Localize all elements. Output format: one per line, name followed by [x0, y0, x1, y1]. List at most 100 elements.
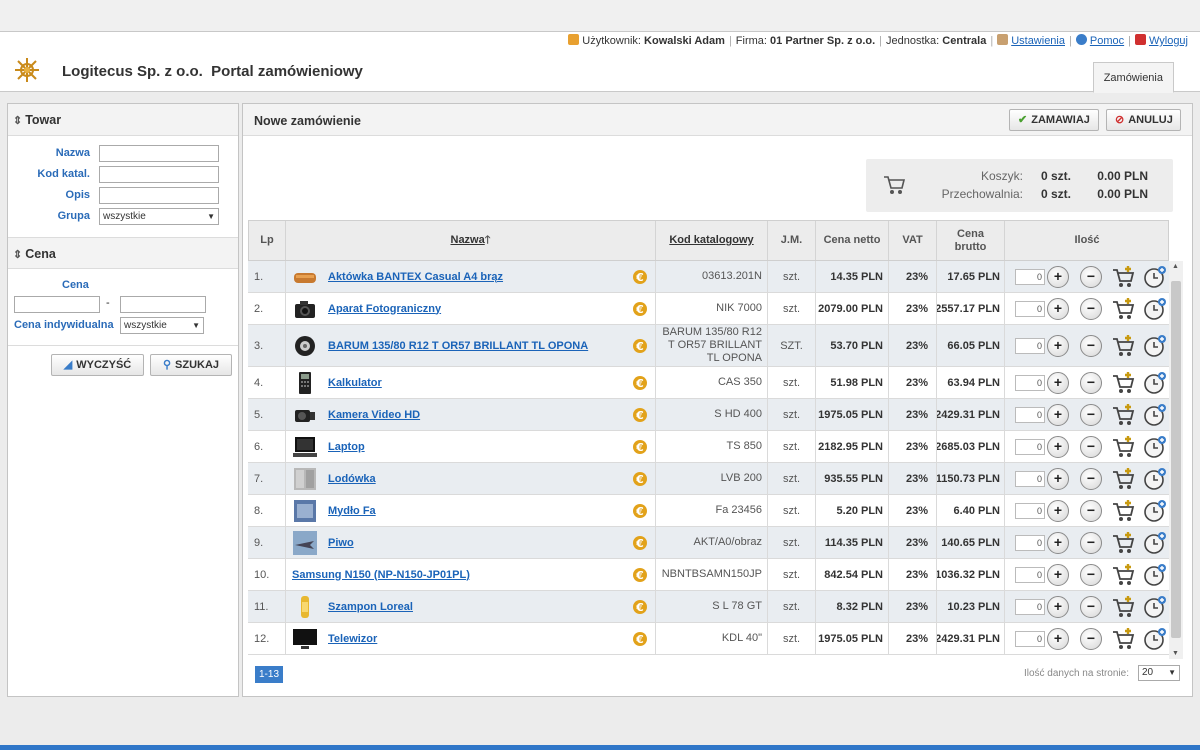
order-button[interactable]: ✔ ZAMAWIAJ	[1009, 109, 1099, 131]
decrement-button[interactable]: −	[1080, 435, 1102, 458]
quantity-input[interactable]: 0	[1015, 406, 1045, 423]
product-link[interactable]: Aparat Fotograniczny	[328, 303, 441, 315]
quantity-input[interactable]: 0	[1015, 337, 1045, 354]
product-link[interactable]: Laptop	[328, 441, 365, 453]
quantity-input[interactable]: 0	[1015, 630, 1045, 647]
add-to-cart-icon[interactable]	[1112, 531, 1136, 555]
increment-button[interactable]: +	[1047, 435, 1069, 458]
increment-button[interactable]: +	[1047, 627, 1069, 650]
product-link[interactable]: Piwo	[328, 537, 354, 549]
increment-button[interactable]: +	[1047, 467, 1069, 490]
add-to-cart-icon[interactable]	[1112, 265, 1136, 289]
add-to-storage-icon[interactable]	[1143, 595, 1167, 619]
product-link[interactable]: Kalkulator	[328, 377, 382, 389]
price-euro-icon[interactable]: €	[632, 535, 648, 551]
decrement-button[interactable]: −	[1080, 403, 1102, 426]
cena-ind-select[interactable]: wszystkie ▼	[120, 317, 204, 334]
decrement-button[interactable]: −	[1080, 531, 1102, 554]
price-euro-icon[interactable]: €	[632, 599, 648, 615]
add-to-storage-icon[interactable]	[1143, 265, 1167, 289]
add-to-cart-icon[interactable]	[1112, 595, 1136, 619]
product-link[interactable]: Mydło Fa	[328, 505, 376, 517]
decrement-button[interactable]: −	[1080, 334, 1102, 357]
increment-button[interactable]: +	[1047, 297, 1069, 320]
decrement-button[interactable]: −	[1080, 297, 1102, 320]
add-to-storage-icon[interactable]	[1143, 403, 1167, 427]
price-euro-icon[interactable]: €	[632, 471, 648, 487]
tab-zamowienia[interactable]: Zamówienia	[1092, 62, 1174, 93]
price-euro-icon[interactable]: €	[632, 439, 648, 455]
quantity-input[interactable]: 0	[1015, 502, 1045, 519]
add-to-cart-icon[interactable]	[1112, 371, 1136, 395]
price-euro-icon[interactable]: €	[632, 567, 648, 583]
add-to-cart-icon[interactable]	[1112, 435, 1136, 459]
increment-button[interactable]: +	[1047, 265, 1069, 288]
cancel-button[interactable]: ⊘ ANULUJ	[1106, 109, 1181, 131]
increment-button[interactable]: +	[1047, 334, 1069, 357]
add-to-cart-icon[interactable]	[1112, 297, 1136, 321]
scroll-up-icon[interactable]: ▲	[1172, 263, 1179, 270]
decrement-button[interactable]: −	[1080, 563, 1102, 586]
add-to-cart-icon[interactable]	[1112, 467, 1136, 491]
price-euro-icon[interactable]: €	[632, 338, 648, 354]
increment-button[interactable]: +	[1047, 499, 1069, 522]
col-kod[interactable]: Kod katalogowy	[656, 221, 768, 260]
opis-input[interactable]	[99, 187, 219, 204]
add-to-storage-icon[interactable]	[1143, 371, 1167, 395]
clear-button[interactable]: ◢ WYCZYŚĆ	[51, 354, 144, 376]
add-to-storage-icon[interactable]	[1143, 563, 1167, 587]
add-to-cart-icon[interactable]	[1112, 499, 1136, 523]
price-euro-icon[interactable]: €	[632, 301, 648, 317]
product-link[interactable]: Szampon Loreal	[328, 601, 413, 613]
logout-link[interactable]: Wyloguj	[1149, 35, 1188, 47]
increment-button[interactable]: +	[1047, 531, 1069, 554]
quantity-input[interactable]: 0	[1015, 598, 1045, 615]
settings-link[interactable]: Ustawienia	[1011, 35, 1065, 47]
add-to-cart-icon[interactable]	[1112, 334, 1136, 358]
quantity-input[interactable]: 0	[1015, 300, 1045, 317]
cena-from-input[interactable]	[14, 296, 100, 313]
add-to-storage-icon[interactable]	[1143, 627, 1167, 651]
grupa-select[interactable]: wszystkie ▼	[99, 208, 219, 225]
per-page-select[interactable]: 20 ▼	[1138, 665, 1180, 681]
price-euro-icon[interactable]: €	[632, 503, 648, 519]
add-to-storage-icon[interactable]	[1143, 499, 1167, 523]
quantity-input[interactable]: 0	[1015, 534, 1045, 551]
quantity-input[interactable]: 0	[1015, 268, 1045, 285]
decrement-button[interactable]: −	[1080, 499, 1102, 522]
decrement-button[interactable]: −	[1080, 595, 1102, 618]
col-nazwa[interactable]: Nazwa 🡑	[286, 221, 656, 260]
quantity-input[interactable]: 0	[1015, 438, 1045, 455]
towar-section-header[interactable]: ⇕ Towar	[8, 104, 238, 136]
product-link[interactable]: Kamera Video HD	[328, 409, 420, 421]
add-to-storage-icon[interactable]	[1143, 435, 1167, 459]
search-button[interactable]: ⚲ SZUKAJ	[150, 354, 232, 376]
quantity-input[interactable]: 0	[1015, 374, 1045, 391]
add-to-storage-icon[interactable]	[1143, 531, 1167, 555]
decrement-button[interactable]: −	[1080, 371, 1102, 394]
quantity-input[interactable]: 0	[1015, 566, 1045, 583]
product-link[interactable]: Aktówka BANTEX Casual A4 brąz	[328, 271, 503, 283]
cena-to-input[interactable]	[120, 296, 206, 313]
table-scrollbar[interactable]: ▲ ▼	[1169, 261, 1183, 659]
add-to-cart-icon[interactable]	[1112, 627, 1136, 651]
decrement-button[interactable]: −	[1080, 627, 1102, 650]
decrement-button[interactable]: −	[1080, 265, 1102, 288]
price-euro-icon[interactable]: €	[632, 375, 648, 391]
scroll-down-icon[interactable]: ▼	[1172, 650, 1179, 657]
product-link[interactable]: Telewizor	[328, 633, 377, 645]
pager-current[interactable]: 1-13	[255, 666, 284, 683]
increment-button[interactable]: +	[1047, 595, 1069, 618]
kod-input[interactable]	[99, 166, 219, 183]
product-link[interactable]: BARUM 135/80 R12 T OR57 BRILLANT TL OPON…	[328, 340, 588, 352]
price-euro-icon[interactable]: €	[632, 407, 648, 423]
add-to-cart-icon[interactable]	[1112, 403, 1136, 427]
help-link[interactable]: Pomoc	[1090, 35, 1124, 47]
add-to-storage-icon[interactable]	[1143, 334, 1167, 358]
increment-button[interactable]: +	[1047, 371, 1069, 394]
scrollbar-thumb[interactable]	[1171, 281, 1181, 638]
nazwa-input[interactable]	[99, 145, 219, 162]
quantity-input[interactable]: 0	[1015, 470, 1045, 487]
add-to-cart-icon[interactable]	[1112, 563, 1136, 587]
price-euro-icon[interactable]: €	[632, 631, 648, 647]
